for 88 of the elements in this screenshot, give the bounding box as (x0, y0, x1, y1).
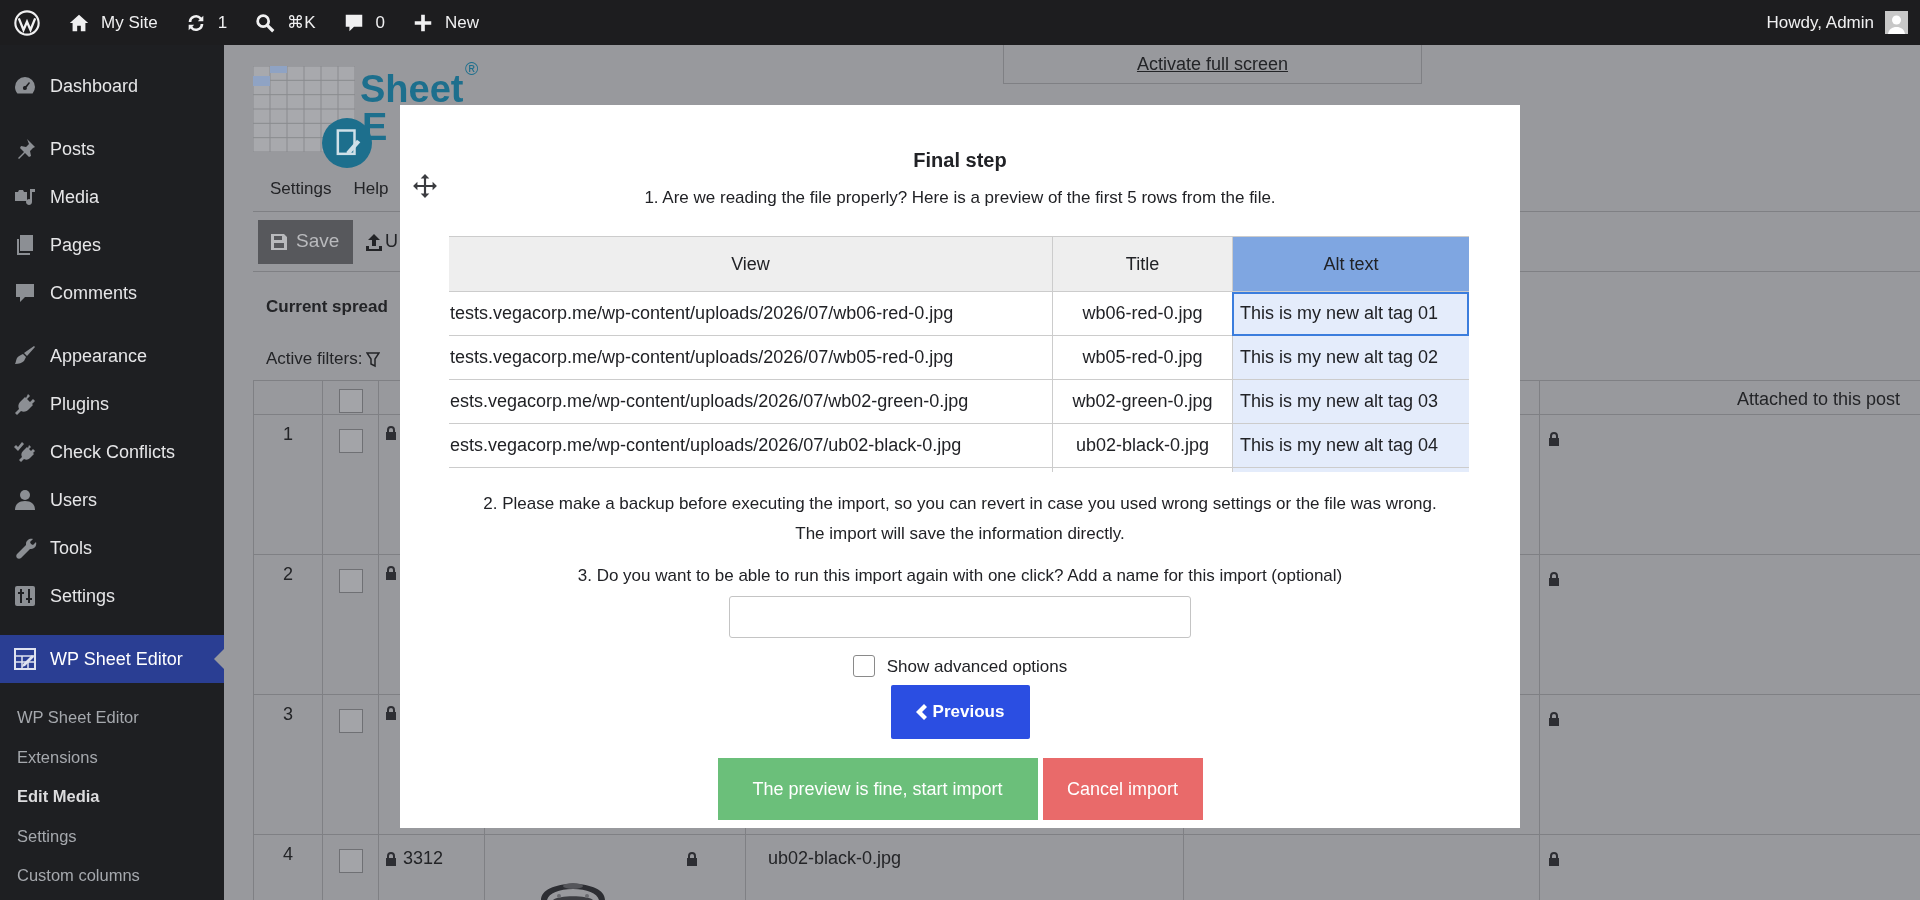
checkbox[interactable] (338, 389, 363, 413)
table-cell: This is my new alt tag 01 (1232, 292, 1469, 336)
sidebar-item[interactable]: Users (0, 476, 224, 524)
previous-button[interactable]: Previous (890, 685, 1030, 739)
column-header[interactable]: Title (1052, 237, 1232, 292)
table-cell-text: 3312 (403, 847, 444, 870)
filters-label: Active filters: (266, 347, 363, 370)
move-icon[interactable] (412, 173, 438, 199)
sidebar-item[interactable]: Tools (0, 524, 224, 572)
table-cell: ests.vegacorp.me/wp-content/uploads/2026/07/wb02-green-0.jpg (449, 380, 1052, 424)
table-cell: ests.vegacorp.me/wp-content/uploads/2026/07/ub02-black-0.jpg (449, 424, 1052, 468)
instruction-text: 2. Please make a backup before executing the import, so you can revert in case you used wrong settings or the file was wrong. The import will save the information directly. (482, 493, 1438, 545)
column-header[interactable]: Attached to this post (1540, 381, 1920, 413)
save-button[interactable]: Save (258, 219, 353, 264)
row-number: 1 (282, 423, 294, 446)
sliders-icon (13, 584, 37, 608)
admin-bar-item[interactable] (13, 8, 41, 37)
upload-icon (365, 232, 383, 251)
wrench-icon (13, 536, 37, 560)
sidebar-item[interactable]: Settings (0, 572, 224, 620)
lock-icon (1548, 431, 1560, 446)
filter-icon (366, 349, 381, 368)
lock-icon (1548, 851, 1560, 866)
lock-icon (385, 565, 397, 580)
comment-icon (13, 281, 37, 305)
section-label: Current spread (266, 297, 388, 316)
lock-icon (385, 851, 397, 866)
lock-icon (385, 705, 397, 720)
sidebar-item[interactable]: Pages (0, 221, 224, 269)
sidebar-item[interactable]: Posts (0, 125, 224, 173)
table-cell: This is my new alt tag 04 (1232, 424, 1469, 468)
row-number: 4 (282, 843, 294, 866)
sidebar-item[interactable]: Dashboard (0, 62, 224, 110)
instruction-text: 1. Are we reading the file properly? Here is a preview of the first 5 rows from the file. (643, 187, 1277, 209)
admin-bar-item[interactable]: New (411, 9, 479, 36)
lock-icon (385, 425, 397, 440)
table-cell: tests.vegacorp.me/wp-content/uploads/2026/07/wb05-red-0.jpg (449, 336, 1052, 380)
sheet-edit-icon (13, 647, 37, 671)
plug-icon (13, 392, 37, 416)
logo-icon (13, 8, 41, 37)
sidebar-item[interactable]: Check Conflicts (0, 428, 224, 476)
save-icon (270, 232, 288, 251)
table-cell: This is my new alt tag 02 (1232, 336, 1469, 380)
row-number: 2 (282, 563, 294, 586)
import-name-field[interactable] (729, 595, 1191, 638)
sidebar-item[interactable]: Plugins (0, 380, 224, 428)
current-arrow (214, 649, 224, 669)
admin-bar-item[interactable]: 1 (184, 9, 228, 36)
table-cell-text: ub02-black-0.jpg (767, 847, 902, 870)
admin-bar-item[interactable]: My Site (68, 9, 158, 36)
submenu-item[interactable]: WP Sheet Editor (0, 698, 224, 738)
checkbox[interactable] (338, 429, 363, 453)
lock-icon (1548, 571, 1560, 586)
menu-item[interactable]: Settings (270, 176, 332, 202)
search-icon (254, 11, 277, 34)
column-header[interactable]: View (449, 237, 1052, 292)
submenu-item[interactable]: Custom columns (0, 856, 224, 896)
sidebar-item[interactable]: Media (0, 173, 224, 221)
account-menu[interactable]: Howdy, Admin (1766, 9, 1908, 36)
chevron-left-icon (915, 704, 927, 720)
submenu-item[interactable]: Extensions (0, 737, 224, 777)
avatar-icon (1885, 11, 1908, 34)
checkbox[interactable] (338, 569, 363, 593)
lock-icon (686, 851, 698, 866)
checkbox-label: Show advanced options (886, 655, 1068, 678)
submenu-item[interactable]: Edit Media (0, 777, 224, 817)
logo-text: Sheet (360, 70, 464, 108)
row-number: 3 (282, 703, 294, 726)
plug-check-icon (13, 440, 37, 464)
checkbox[interactable] (852, 655, 875, 678)
sidebar-item[interactable]: WP Sheet Editor (0, 635, 224, 683)
submenu-item[interactable]: Settings (0, 816, 224, 856)
table-cell: tests.vegacorp.me/wp-content/uploads/2026/07/wb06-red-0.jpg (449, 292, 1052, 336)
checkbox[interactable] (338, 849, 363, 873)
table-cell: This is my new alt tag 03 (1232, 380, 1469, 424)
sidebar-item[interactable]: Comments (0, 269, 224, 317)
logo-mark: ® (465, 60, 479, 78)
upload-button[interactable]: U (365, 228, 398, 255)
admin-bar-item[interactable]: ⌘K (254, 9, 316, 36)
dialog-title: Final step (912, 148, 1008, 173)
column-header[interactable]: Alt text (1232, 237, 1469, 292)
lock-icon (1548, 711, 1560, 726)
menu-item[interactable]: Help (353, 176, 389, 202)
checkbox[interactable] (338, 709, 363, 733)
admin-bar-item[interactable]: 0 (342, 9, 385, 36)
user-icon (13, 488, 37, 512)
sidebar-item[interactable]: Appearance (0, 332, 224, 380)
instruction-text: 3. Do you want to be able to run this import again with one click? Add a name for this import (optional) (576, 565, 1344, 587)
